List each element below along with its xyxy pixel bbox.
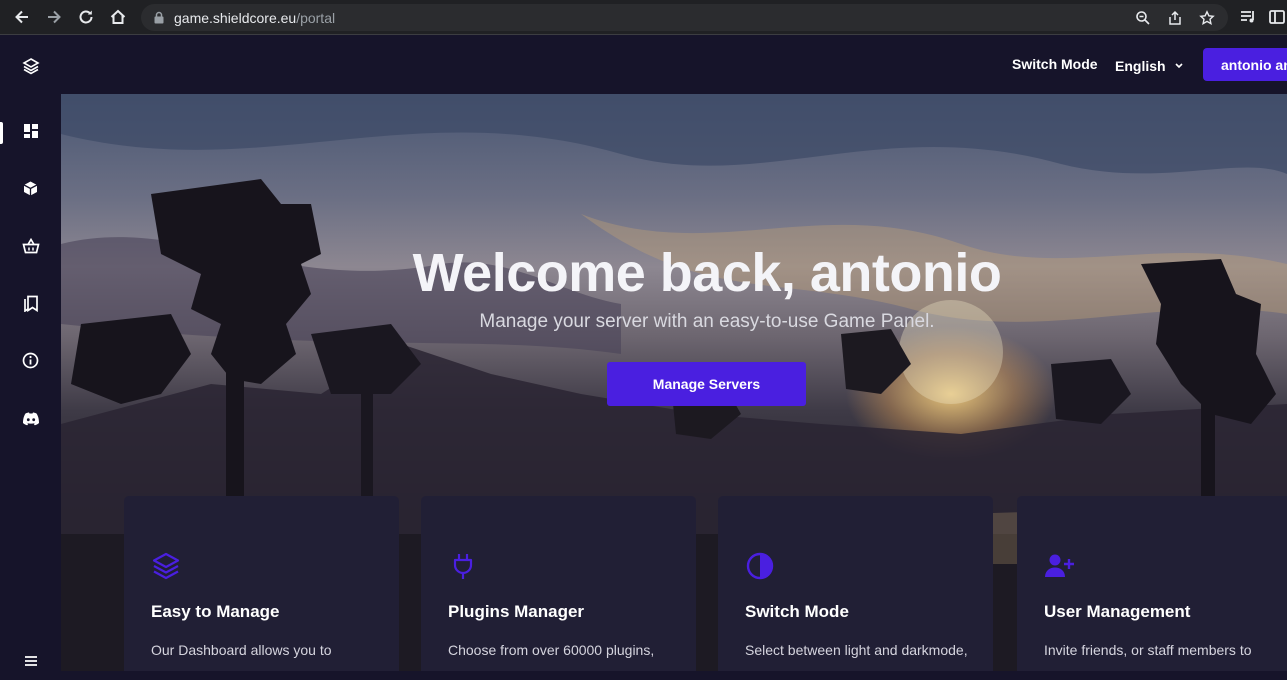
hero-subtitle: Manage your server with an easy-to-use G…	[479, 311, 935, 332]
hero-banner: Welcome back, antonio Manage your server…	[61, 94, 1287, 671]
layers-icon	[21, 57, 40, 80]
menu-icon	[24, 654, 38, 672]
plug-icon	[448, 551, 478, 581]
url-text: game.shieldcore.eu/portal	[174, 10, 335, 26]
user-plus-icon	[1044, 551, 1074, 581]
sidebar-item-info[interactable]	[0, 346, 61, 380]
box-icon	[22, 180, 39, 202]
sidebar-menu-toggle[interactable]	[0, 646, 61, 680]
sidebar-item-dashboard[interactable]	[0, 116, 61, 150]
contrast-icon	[745, 551, 775, 581]
back-icon[interactable]	[11, 6, 33, 28]
switch-mode-link[interactable]: Switch Mode	[1012, 56, 1098, 72]
bookmarks-icon	[23, 295, 39, 317]
feature-description: Choose from over 60000 plugins,	[448, 642, 655, 658]
feature-title: Plugins Manager	[448, 602, 585, 621]
info-icon	[22, 352, 39, 374]
feature-description: Select between light and darkmode,	[745, 642, 968, 658]
feature-card-switch-mode: Switch Mode Select between light and dar…	[718, 496, 993, 671]
url-path: /portal	[296, 10, 336, 26]
home-icon[interactable]	[107, 6, 129, 28]
language-label: English	[1115, 58, 1166, 74]
sidebar-item-store[interactable]	[0, 232, 61, 266]
lock-icon	[154, 11, 164, 29]
sidepanel-icon[interactable]	[1266, 6, 1287, 28]
sidebar-logo[interactable]	[0, 51, 61, 85]
feature-card-user-management: User Management Invite friends, or staff…	[1017, 496, 1287, 671]
feature-title: Switch Mode	[745, 602, 849, 621]
sidebar-item-discord[interactable]	[0, 404, 61, 438]
feature-card-plugins-manager: Plugins Manager Choose from over 60000 p…	[421, 496, 696, 671]
layers-icon	[151, 551, 181, 581]
zoom-icon[interactable]	[1134, 9, 1152, 27]
feature-title: User Management	[1044, 602, 1191, 621]
manage-servers-button[interactable]: Manage Servers	[607, 362, 806, 406]
forward-icon[interactable]	[43, 6, 65, 28]
share-icon[interactable]	[1166, 9, 1184, 27]
language-select[interactable]: English	[1115, 56, 1184, 74]
basket-icon	[21, 237, 40, 260]
hero-title: Welcome back, antonio	[412, 243, 1002, 303]
url-host: game.shieldcore.eu	[174, 10, 297, 26]
feature-title: Easy to Manage	[151, 602, 280, 621]
sidebar	[0, 36, 61, 671]
feature-card-easy-to-manage: Easy to Manage Our Dashboard allows you …	[124, 496, 399, 671]
dashboard-icon	[23, 123, 39, 144]
media-icon[interactable]	[1237, 6, 1259, 28]
sidebar-item-docs[interactable]	[0, 289, 61, 323]
discord-icon	[22, 412, 40, 431]
user-menu-button[interactable]: antonio antonio	[1203, 48, 1287, 81]
feature-description: Our Dashboard allows you to	[151, 642, 332, 658]
star-icon[interactable]	[1198, 9, 1216, 27]
address-bar[interactable]: game.shieldcore.eu/portal	[141, 4, 1228, 31]
reload-icon[interactable]	[75, 6, 97, 28]
feature-description: Invite friends, or staff members to	[1044, 642, 1252, 658]
chevron-down-icon	[1175, 56, 1184, 72]
browser-toolbar: game.shieldcore.eu/portal	[0, 0, 1287, 35]
top-navbar: Switch Mode English antonio antonio	[61, 36, 1287, 94]
sidebar-item-servers[interactable]	[0, 174, 61, 208]
